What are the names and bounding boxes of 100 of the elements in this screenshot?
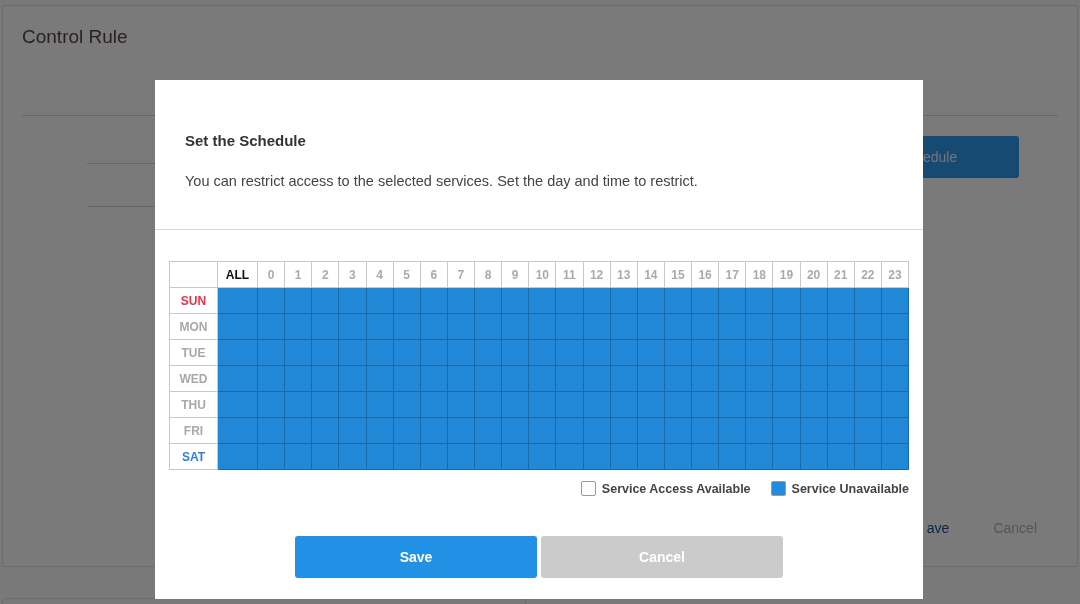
time-slot[interactable] xyxy=(475,288,503,314)
time-slot[interactable] xyxy=(339,418,367,444)
time-slot[interactable] xyxy=(692,314,720,340)
time-slot[interactable] xyxy=(475,418,503,444)
time-slot[interactable] xyxy=(719,314,747,340)
time-slot[interactable] xyxy=(610,444,638,470)
time-slot[interactable] xyxy=(746,392,774,418)
time-slot[interactable] xyxy=(692,444,720,470)
time-slot[interactable] xyxy=(393,314,421,340)
time-slot[interactable] xyxy=(664,288,692,314)
time-slot[interactable] xyxy=(502,366,530,392)
time-slot[interactable] xyxy=(854,340,882,366)
time-slot[interactable] xyxy=(881,340,909,366)
time-slot[interactable] xyxy=(583,314,611,340)
time-slot[interactable] xyxy=(420,366,448,392)
time-slot[interactable] xyxy=(529,366,557,392)
time-slot[interactable] xyxy=(773,314,801,340)
time-slot[interactable] xyxy=(258,392,286,418)
time-slot[interactable] xyxy=(339,366,367,392)
time-slot[interactable] xyxy=(420,288,448,314)
time-slot[interactable] xyxy=(556,444,584,470)
time-slot[interactable] xyxy=(854,418,882,444)
time-slot[interactable] xyxy=(393,444,421,470)
time-slot[interactable] xyxy=(420,392,448,418)
time-slot[interactable] xyxy=(719,340,747,366)
time-slot[interactable] xyxy=(637,418,665,444)
time-slot[interactable] xyxy=(556,340,584,366)
time-slot[interactable] xyxy=(692,288,720,314)
time-slot[interactable] xyxy=(285,366,313,392)
time-slot[interactable] xyxy=(610,366,638,392)
time-slot[interactable] xyxy=(800,314,828,340)
time-slot[interactable] xyxy=(556,314,584,340)
save-link[interactable]: ave xyxy=(926,520,950,536)
time-slot[interactable] xyxy=(258,444,286,470)
time-slot[interactable] xyxy=(881,418,909,444)
time-slot[interactable] xyxy=(800,366,828,392)
time-slot[interactable] xyxy=(312,366,340,392)
time-slot[interactable] xyxy=(746,288,774,314)
time-slot[interactable] xyxy=(854,288,882,314)
time-slot[interactable] xyxy=(800,392,828,418)
time-slot[interactable] xyxy=(692,418,720,444)
all-slot[interactable] xyxy=(218,418,258,444)
time-slot[interactable] xyxy=(664,392,692,418)
time-slot[interactable] xyxy=(746,314,774,340)
time-slot[interactable] xyxy=(583,288,611,314)
time-slot[interactable] xyxy=(556,392,584,418)
time-slot[interactable] xyxy=(366,288,394,314)
time-slot[interactable] xyxy=(556,366,584,392)
time-slot[interactable] xyxy=(285,340,313,366)
time-slot[interactable] xyxy=(637,314,665,340)
time-slot[interactable] xyxy=(420,418,448,444)
time-slot[interactable] xyxy=(664,418,692,444)
time-slot[interactable] xyxy=(773,418,801,444)
time-slot[interactable] xyxy=(258,314,286,340)
time-slot[interactable] xyxy=(502,392,530,418)
time-slot[interactable] xyxy=(854,444,882,470)
time-slot[interactable] xyxy=(719,418,747,444)
time-slot[interactable] xyxy=(637,392,665,418)
time-slot[interactable] xyxy=(827,418,855,444)
time-slot[interactable] xyxy=(502,288,530,314)
time-slot[interactable] xyxy=(312,418,340,444)
time-slot[interactable] xyxy=(854,392,882,418)
time-slot[interactable] xyxy=(475,392,503,418)
time-slot[interactable] xyxy=(366,444,394,470)
time-slot[interactable] xyxy=(393,392,421,418)
time-slot[interactable] xyxy=(610,392,638,418)
time-slot[interactable] xyxy=(583,366,611,392)
time-slot[interactable] xyxy=(610,340,638,366)
time-slot[interactable] xyxy=(285,444,313,470)
time-slot[interactable] xyxy=(583,340,611,366)
time-slot[interactable] xyxy=(800,340,828,366)
time-slot[interactable] xyxy=(800,418,828,444)
time-slot[interactable] xyxy=(420,444,448,470)
time-slot[interactable] xyxy=(312,392,340,418)
time-slot[interactable] xyxy=(637,288,665,314)
time-slot[interactable] xyxy=(881,444,909,470)
time-slot[interactable] xyxy=(393,340,421,366)
time-slot[interactable] xyxy=(746,444,774,470)
time-slot[interactable] xyxy=(854,366,882,392)
time-slot[interactable] xyxy=(393,366,421,392)
time-slot[interactable] xyxy=(312,288,340,314)
time-slot[interactable] xyxy=(420,340,448,366)
time-slot[interactable] xyxy=(773,288,801,314)
time-slot[interactable] xyxy=(583,392,611,418)
time-slot[interactable] xyxy=(339,314,367,340)
time-slot[interactable] xyxy=(393,418,421,444)
time-slot[interactable] xyxy=(258,366,286,392)
all-slot[interactable] xyxy=(218,392,258,418)
time-slot[interactable] xyxy=(854,314,882,340)
time-slot[interactable] xyxy=(827,366,855,392)
time-slot[interactable] xyxy=(692,366,720,392)
time-slot[interactable] xyxy=(664,366,692,392)
time-slot[interactable] xyxy=(502,314,530,340)
time-slot[interactable] xyxy=(339,288,367,314)
time-slot[interactable] xyxy=(475,366,503,392)
time-slot[interactable] xyxy=(583,418,611,444)
time-slot[interactable] xyxy=(637,366,665,392)
time-slot[interactable] xyxy=(529,392,557,418)
time-slot[interactable] xyxy=(258,288,286,314)
time-slot[interactable] xyxy=(366,366,394,392)
